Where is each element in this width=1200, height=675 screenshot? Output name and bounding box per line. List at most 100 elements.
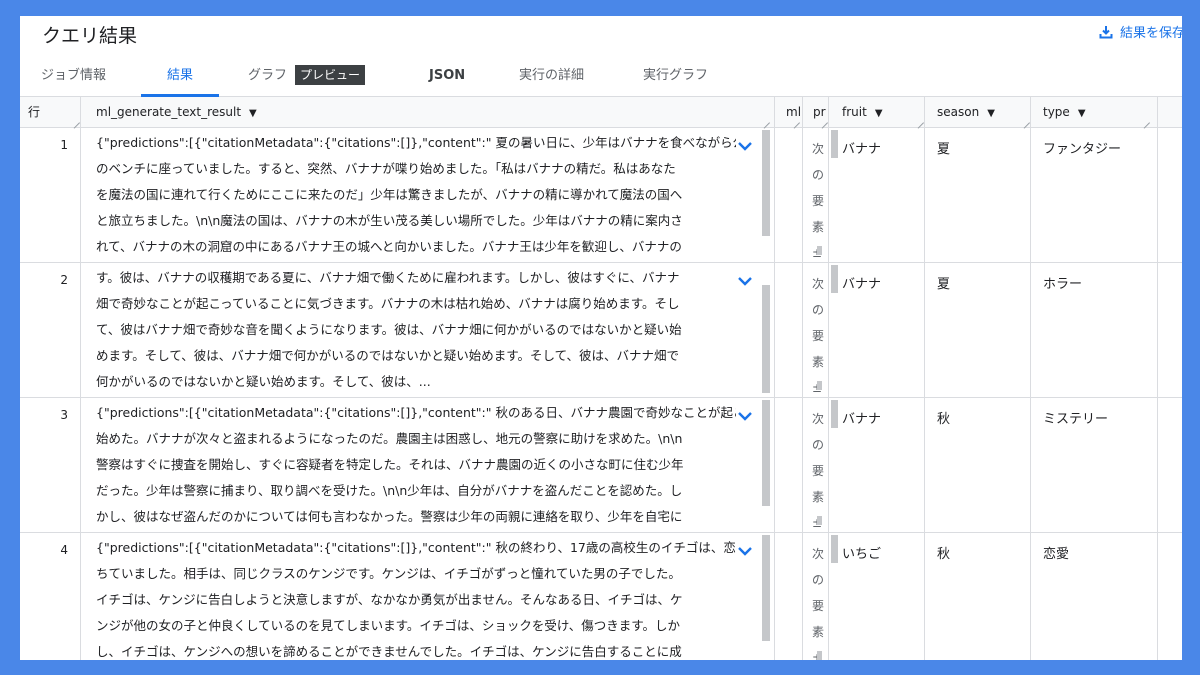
table-row[interactable]: 1 {"predictions":[{"citationMetadata":{"… — [20, 128, 1182, 263]
download-icon — [1099, 25, 1113, 38]
narrow-char: の — [812, 168, 824, 182]
type-cell: ファンタジー — [1043, 142, 1122, 157]
table-row[interactable]: 4 {"predictions":[{"citationMetadata":{"… — [20, 533, 1182, 660]
narrow-char: の — [812, 438, 824, 452]
column-type-label: type — [1043, 105, 1070, 119]
cell-scrollbar[interactable] — [817, 651, 822, 660]
preview-badge: プレビュー — [295, 65, 366, 85]
column-resize-handle[interactable] — [1022, 115, 1030, 123]
result-text-line: す。彼は、バナナの収穫期である夏に、バナナ畑で働くために雇われます。しかし、彼は… — [96, 270, 680, 285]
cell-scrollbar[interactable] — [831, 535, 838, 563]
title-bar: クエリ結果 結果を保存 — [20, 16, 1182, 56]
narrow-char: 要 — [812, 464, 824, 478]
save-results-button[interactable]: 結果を保存 — [1098, 22, 1182, 41]
column-header-result[interactable]: ml_generate_text_result ▼ — [96, 97, 257, 127]
column-resize-handle[interactable] — [1142, 115, 1150, 123]
result-text-line: 警察はすぐに捜査を開始し、すぐに容疑者を特定した。それは、バナナ農園の近くの小さ… — [96, 457, 684, 472]
column-header-type[interactable]: type ▼ — [1043, 97, 1086, 127]
result-text-line: ンジが他の女の子と仲良くしているのを見てしまいます。イチゴは、ショックを受け、傷… — [96, 618, 681, 633]
table-header: 行 ml_generate_text_result ▼ ml pr fruit ▼ … — [20, 97, 1182, 128]
page-title: クエリ結果 — [42, 25, 138, 47]
expand-chevron-icon[interactable] — [736, 544, 754, 558]
season-cell: 夏 — [937, 277, 951, 292]
narrow-char: の — [812, 573, 824, 587]
fruit-cell: いちご — [842, 547, 882, 562]
truncated-cell-text: 次 の 要 素 ± — [812, 271, 824, 397]
column-resize-handle[interactable] — [820, 115, 828, 123]
fruit-cell: バナナ — [842, 142, 882, 157]
row-number: 2 — [60, 273, 68, 287]
row-number: 1 — [60, 138, 68, 152]
column-resize-handle[interactable] — [72, 115, 80, 123]
cell-scrollbar[interactable] — [762, 400, 770, 506]
result-text-line: て、彼はバナナ畑で奇妙な音を聞くようになります。彼は、バナナ畑に何かがいるのでは… — [96, 322, 682, 337]
cell-scrollbar[interactable] — [817, 516, 822, 525]
tab-json[interactable]: JSON — [429, 56, 465, 96]
sort-caret-icon[interactable]: ▼ — [987, 108, 995, 119]
column-header-season[interactable]: season ▼ — [937, 97, 995, 127]
cell-scrollbar[interactable] — [831, 130, 838, 158]
expand-chevron-icon[interactable] — [736, 274, 754, 288]
column-row-label: 行 — [28, 105, 41, 119]
column-resize-handle[interactable] — [916, 115, 924, 123]
result-text-line: だった。少年は警察に捕まり、取り調べを受けた。\n\n少年は、自分がバナナを盗ん… — [96, 483, 683, 498]
narrow-char: 要 — [812, 329, 824, 343]
result-text-line: めます。そして、彼は、バナナ畑で何かがいるのではないかと疑い始めます。そして、彼… — [96, 348, 680, 363]
result-text-cell: す。彼は、バナナの収穫期である夏に、バナナ畑で働くために雇われます。しかし、彼は… — [96, 265, 736, 397]
narrow-char: 次 — [812, 412, 824, 426]
cell-scrollbar[interactable] — [831, 400, 838, 428]
tab-execution-details[interactable]: 実行の詳細 — [519, 56, 584, 96]
result-text-line: {"predictions":[{"citationMetadata":{"ci… — [96, 135, 736, 150]
narrow-char: 素 — [812, 355, 824, 369]
row-number: 4 — [60, 543, 68, 557]
tab-results[interactable]: 結果 — [140, 56, 220, 97]
result-text-line: かし、彼はなぜ盗んだのかについては何も言わなかった。警察は少年の両親に連絡を取り… — [96, 509, 683, 524]
tab-graph-label: グラフ — [248, 68, 288, 83]
save-results-label: 結果を保存 — [1120, 26, 1182, 41]
tab-job-info[interactable]: ジョブ情報 — [41, 56, 106, 96]
narrow-char: 素 — [812, 220, 824, 234]
results-tabs: ジョブ情報 結果 グラフ プレビュー JSON 実行の詳細 実行グラフ — [20, 56, 1182, 97]
sort-caret-icon[interactable]: ▼ — [875, 108, 883, 119]
column-header-fruit[interactable]: fruit ▼ — [842, 97, 883, 127]
cell-scrollbar[interactable] — [762, 285, 770, 393]
query-results-panel: クエリ結果 結果を保存 ジョブ情報 結果 グラフ プレビュー JSON 実行の詳細… — [20, 16, 1182, 660]
column-fruit-label: fruit — [842, 105, 867, 119]
type-cell: ミステリー — [1043, 412, 1109, 427]
result-text-line: れて、バナナの木の洞窟の中にあるバナナ王の城へと向かいました。バナナ王は少年を歓… — [96, 239, 682, 254]
season-cell: 秋 — [937, 547, 951, 562]
sort-caret-icon[interactable]: ▼ — [249, 108, 257, 119]
cell-scrollbar[interactable] — [817, 381, 822, 390]
narrow-char: 要 — [812, 194, 824, 208]
expand-chevron-icon[interactable] — [736, 139, 754, 153]
column-header-row[interactable]: 行 — [28, 97, 40, 127]
result-text-line: 始めた。バナナが次々と盗まれるようになったのだ。農園主は困惑し、地元の警察に助け… — [96, 431, 683, 446]
result-text-cell: {"predictions":[{"citationMetadata":{"ci… — [96, 535, 736, 660]
tab-execution-graph[interactable]: 実行グラフ — [643, 56, 708, 96]
result-text-cell: {"predictions":[{"citationMetadata":{"ci… — [96, 400, 736, 532]
cell-scrollbar[interactable] — [762, 535, 770, 641]
tab-graph[interactable]: グラフ プレビュー — [248, 56, 366, 96]
result-text-cell: {"predictions":[{"citationMetadata":{"ci… — [96, 130, 736, 262]
row-number: 3 — [60, 408, 68, 422]
table-row[interactable]: 3 {"predictions":[{"citationMetadata":{"… — [20, 398, 1182, 533]
type-cell: 恋愛 — [1043, 547, 1070, 562]
column-resize-handle[interactable] — [762, 115, 770, 123]
narrow-char: 素 — [812, 490, 824, 504]
expand-chevron-icon[interactable] — [736, 409, 754, 423]
sort-caret-icon[interactable]: ▼ — [1078, 108, 1086, 119]
result-text-line: 何かがいるのではないかと疑い始めます。そして、彼は、... — [96, 374, 431, 389]
column-result-label: ml_generate_text_result — [96, 105, 242, 119]
cell-scrollbar[interactable] — [831, 265, 838, 293]
narrow-char: 要 — [812, 599, 824, 613]
truncated-cell-text: 次 の 要 素 ± — [812, 541, 824, 660]
result-text-line: 畑で奇妙なことが起こっていることに気づきます。バナナの木は枯れ始め、バナナは腐り… — [96, 296, 680, 311]
cell-scrollbar[interactable] — [762, 130, 770, 236]
cell-scrollbar[interactable] — [817, 246, 822, 255]
column-season-label: season — [937, 105, 980, 119]
table-row[interactable]: 2 す。彼は、バナナの収穫期である夏に、バナナ畑で働くために雇われます。しかし、… — [20, 263, 1182, 398]
fruit-cell: バナナ — [842, 412, 882, 427]
result-text-line: を魔法の国に連れて行くためにここに来たのだ」少年は驚きましたが、バナナの精に導か… — [96, 187, 683, 202]
column-resize-handle[interactable] — [792, 115, 800, 123]
result-text-line: のベンチに座っていました。すると、突然、バナナが喋り始めました。「私はバナナの精… — [96, 161, 676, 176]
